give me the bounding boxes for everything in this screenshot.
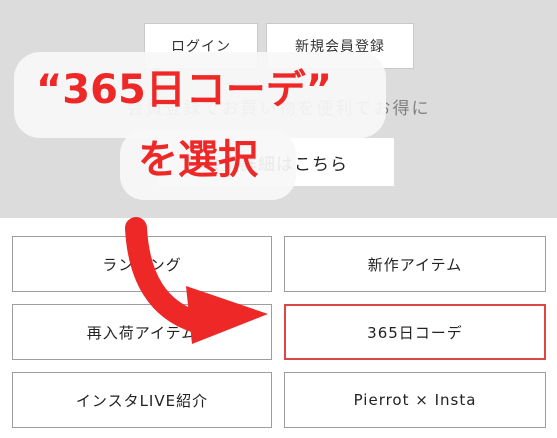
annotation-select-text: を選択	[138, 137, 258, 183]
annotation-heading: “365日コーデ”	[36, 67, 333, 113]
menu-item-pierrot-insta[interactable]: Pierrot × Insta	[284, 372, 546, 428]
menu-item-ranking[interactable]: ランキング	[12, 236, 272, 292]
menu-item-new-items[interactable]: 新作アイテム	[284, 236, 546, 292]
menu-item-365-coordinate[interactable]: 365日コーデ	[284, 304, 546, 360]
menu-item-insta-live[interactable]: インスタLIVE紹介	[12, 372, 272, 428]
menu-item-restock[interactable]: 再入荷アイテム	[12, 304, 272, 360]
